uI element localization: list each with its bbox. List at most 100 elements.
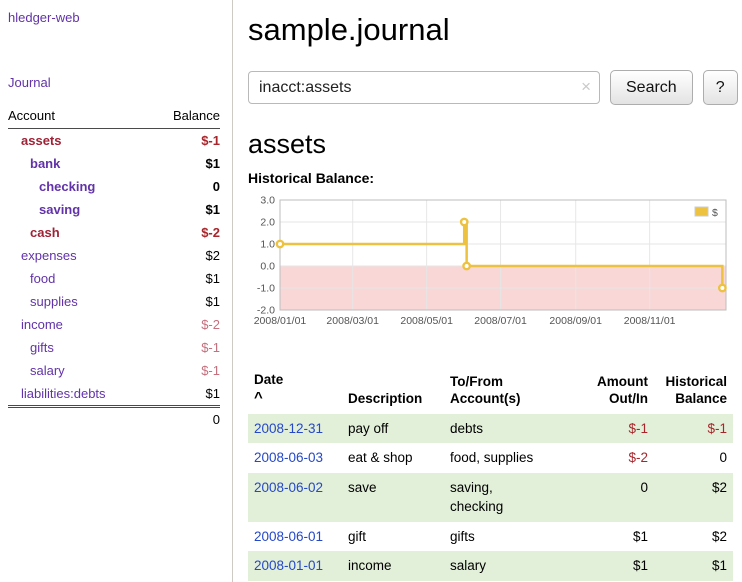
x-tick-label: 2008/03/01 — [326, 315, 379, 327]
account-row: liabilities:debts $1 — [8, 382, 220, 407]
account-name-cell: checking — [8, 175, 151, 198]
account-link-cash[interactable]: cash — [30, 225, 60, 240]
account-balance: $-1 — [151, 336, 220, 359]
data-point-marker — [461, 219, 467, 225]
account-balance: $1 — [151, 382, 220, 407]
register-row: 2008-06-01giftgifts$1$2 — [248, 522, 733, 552]
clear-search-icon[interactable]: × — [581, 78, 591, 95]
transaction-date-cell: 2008-01-01 — [248, 551, 342, 581]
register-header-balance: Historical Balance — [654, 350, 733, 414]
x-tick-label: 2008/01/01 — [254, 315, 307, 327]
register-header-row: Date ^ Description To/From Account(s) Am… — [248, 350, 733, 414]
search-button[interactable]: Search — [610, 70, 693, 105]
account-row: assets $-1 — [8, 129, 220, 153]
account-link-bank[interactable]: bank — [30, 156, 60, 171]
account-row: checking 0 — [8, 175, 220, 198]
account-name-cell: food — [8, 267, 151, 290]
transaction-balance: $2 — [654, 522, 733, 552]
account-name-cell: expenses — [8, 244, 151, 267]
chart-title: Historical Balance: — [248, 170, 738, 186]
transaction-description: pay off — [342, 414, 444, 444]
account-balance: $-1 — [151, 129, 220, 153]
transaction-description: save — [342, 473, 444, 522]
chart-legend: $ — [692, 203, 723, 220]
account-name-cell: gifts — [8, 336, 151, 359]
accounts-header-balance: Balance — [151, 106, 220, 129]
account-balance: 0 — [151, 175, 220, 198]
x-tick-label: 2008/05/01 — [400, 315, 453, 327]
account-row: supplies $1 — [8, 290, 220, 313]
register-row: 2008-06-03eat & shopfood, supplies$-20 — [248, 443, 733, 473]
account-heading: assets — [248, 129, 738, 160]
transaction-date-cell: 2008-06-01 — [248, 522, 342, 552]
account-name-cell: bank — [8, 152, 151, 175]
transaction-accounts: saving, checking — [444, 473, 584, 522]
transaction-balance: 0 — [654, 443, 733, 473]
sidebar-item-journal[interactable]: Journal — [8, 75, 220, 90]
accounts-table: Account Balance assets$-1bank$1checking0… — [8, 106, 220, 431]
transaction-accounts: food, supplies — [444, 443, 584, 473]
account-link-salary[interactable]: salary — [30, 363, 65, 378]
transaction-date-link[interactable]: 2008-06-02 — [254, 480, 323, 495]
main-content: sample.journal × Search ? assets Histori… — [233, 0, 742, 582]
account-row: gifts $-1 — [8, 336, 220, 359]
transaction-description: gift — [342, 522, 444, 552]
register-table: Date ^ Description To/From Account(s) Am… — [248, 350, 733, 581]
search-bar: × Search ? — [248, 70, 738, 105]
transaction-date-cell: 2008-06-02 — [248, 473, 342, 522]
account-balance: $1 — [151, 198, 220, 221]
account-row: food $1 — [8, 267, 220, 290]
historical-balance-chart: 3.02.01.00.0-1.0-2.02008/01/012008/03/01… — [248, 192, 730, 338]
transaction-date-link[interactable]: 2008-01-01 — [254, 558, 323, 573]
account-row: expenses$2 — [8, 244, 220, 267]
app-title-link[interactable]: hledger-web — [8, 10, 220, 25]
accounts-header-account: Account — [8, 106, 151, 129]
account-link-supplies[interactable]: supplies — [30, 294, 78, 309]
account-link-assets[interactable]: assets — [21, 133, 61, 148]
account-link-gifts[interactable]: gifts — [30, 340, 54, 355]
account-link-income[interactable]: income — [21, 317, 63, 332]
transaction-date-link[interactable]: 2008-06-03 — [254, 450, 323, 465]
transaction-description: eat & shop — [342, 443, 444, 473]
account-link-expenses[interactable]: expenses — [21, 248, 77, 263]
account-name-cell: cash — [8, 221, 151, 244]
transaction-amount: 0 — [584, 473, 654, 522]
sidebar: hledger-web Journal Account Balance asse… — [0, 0, 233, 582]
account-balance: $1 — [151, 267, 220, 290]
y-tick-label: -1.0 — [257, 283, 275, 295]
account-link-checking[interactable]: checking — [39, 179, 95, 194]
account-balance: $-2 — [151, 313, 220, 336]
account-link-food[interactable]: food — [30, 271, 55, 286]
account-name-cell: salary — [8, 359, 151, 382]
account-balance: $1 — [151, 290, 220, 313]
account-row: bank$1 — [8, 152, 220, 175]
search-input[interactable] — [248, 71, 600, 104]
help-button[interactable]: ? — [703, 70, 738, 105]
transaction-amount: $1 — [584, 551, 654, 581]
account-row: saving $1 — [8, 198, 220, 221]
account-link-saving[interactable]: saving — [39, 202, 80, 217]
register-header-amount: Amount Out/In — [584, 350, 654, 414]
data-point-marker — [463, 263, 469, 269]
transaction-date-link[interactable]: 2008-12-31 — [254, 421, 323, 436]
transaction-date-link[interactable]: 2008-06-01 — [254, 529, 323, 544]
y-tick-label: 1.0 — [260, 239, 275, 251]
x-tick-label: 2008/11/01 — [624, 315, 676, 327]
y-tick-label: 0.0 — [260, 261, 275, 273]
transaction-date-cell: 2008-12-31 — [248, 414, 342, 444]
transaction-amount: $-1 — [584, 414, 654, 444]
data-point-marker — [277, 241, 283, 247]
register-header-date[interactable]: Date ^ — [248, 350, 342, 414]
account-link-liabilities-debts[interactable]: liabilities:debts — [21, 386, 106, 401]
account-balance: $-1 — [151, 359, 220, 382]
account-balance: $-2 — [151, 221, 220, 244]
register-header-date-label: Date — [254, 372, 283, 387]
account-name-cell: supplies — [8, 290, 151, 313]
transaction-amount: $1 — [584, 522, 654, 552]
data-point-marker — [719, 285, 725, 291]
transaction-balance: $-1 — [654, 414, 733, 444]
accounts-total-value: 0 — [151, 407, 220, 432]
account-row: income $-2 — [8, 313, 220, 336]
accounts-header-row: Account Balance — [8, 106, 220, 129]
x-tick-label: 2008/07/01 — [474, 315, 527, 327]
